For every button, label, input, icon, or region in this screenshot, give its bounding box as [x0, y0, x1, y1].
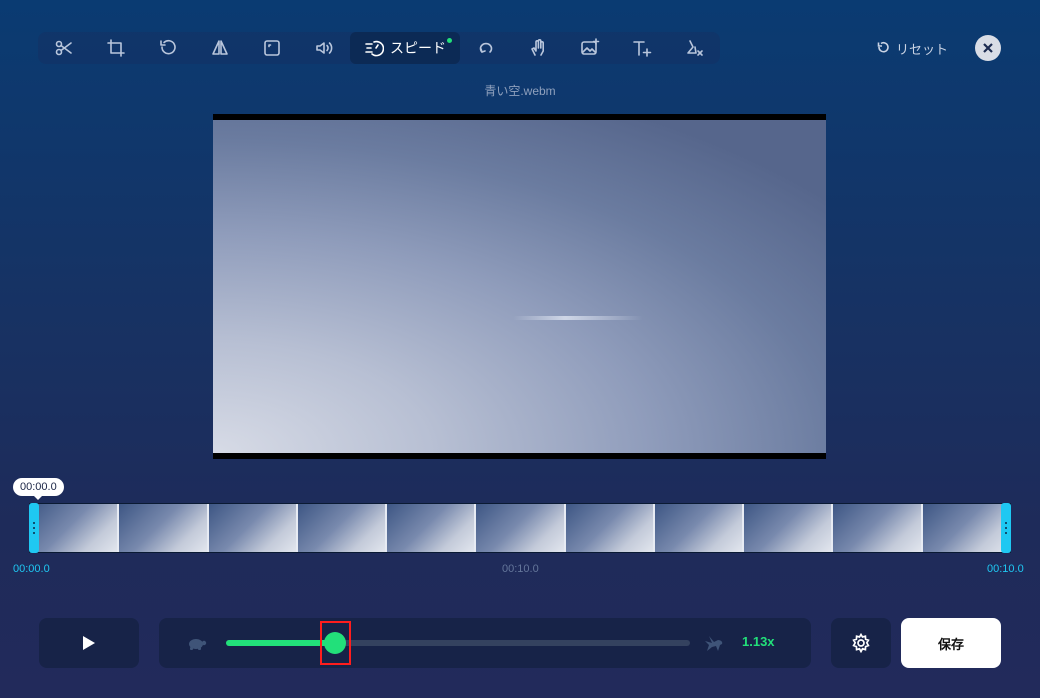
close-button[interactable]	[975, 35, 1001, 61]
speed-slider-thumb[interactable]	[324, 632, 346, 654]
volume-tool-button[interactable]	[298, 32, 350, 64]
video-preview[interactable]	[213, 114, 826, 459]
timeline-start-label: 00:00.0	[13, 563, 50, 575]
timeline-thumbnail	[833, 504, 923, 552]
active-indicator-dot	[447, 38, 452, 43]
save-button[interactable]: 保存	[901, 618, 1001, 668]
stabilize-tool-button[interactable]	[512, 32, 564, 64]
timeline-thumbnail	[654, 504, 745, 552]
speed-tool-button[interactable]: スピード	[350, 32, 460, 64]
reset-button[interactable]: リセット	[876, 36, 948, 60]
loop-tool-button[interactable]	[460, 32, 512, 64]
speed-slider-track[interactable]	[226, 621, 690, 665]
loop-icon	[479, 42, 493, 53]
timeline-mid-label: 00:10.0	[502, 563, 539, 575]
trim-start-handle[interactable]	[29, 503, 39, 553]
speed-tool-label: スピード	[390, 40, 446, 56]
speed-slider-fill	[226, 640, 335, 646]
timeline-thumbnail	[297, 504, 388, 552]
timeline-thumbnail	[30, 504, 120, 552]
speed-value: 1.13x	[742, 634, 775, 649]
turtle-icon	[185, 632, 207, 654]
editor-toolbar: スピード	[38, 32, 720, 64]
current-time-bubble: 00:00.0	[13, 478, 64, 500]
speed-icon	[365, 40, 384, 57]
add-image-tool-button[interactable]	[564, 32, 616, 64]
rabbit-icon	[703, 632, 725, 654]
resize-icon	[264, 40, 280, 56]
timeline-filmstrip[interactable]	[29, 503, 1011, 553]
crop-tool-button[interactable]	[90, 32, 142, 64]
timeline-thumbnail	[476, 504, 566, 552]
add-image-icon	[581, 38, 600, 55]
timeline-end-label: 00:10.0	[987, 563, 1024, 575]
crop-icon	[107, 39, 125, 57]
video-cloud-streak	[513, 316, 643, 320]
file-name: 青い空.webm	[484, 84, 556, 98]
stabilize-icon	[531, 39, 544, 56]
remove-watermark-tool-button[interactable]	[668, 32, 720, 64]
timeline-thumbnail	[208, 504, 298, 552]
close-icon	[983, 43, 993, 53]
volume-icon	[316, 42, 333, 54]
gear-icon	[852, 633, 870, 653]
play-button[interactable]	[39, 618, 139, 668]
scissors-icon	[55, 40, 72, 56]
speed-control-panel: 1.13x	[159, 618, 811, 668]
resize-tool-button[interactable]	[246, 32, 298, 64]
timeline-thumbnail	[744, 504, 834, 552]
timeline-thumbnail	[565, 504, 655, 552]
add-text-tool-button[interactable]	[616, 32, 668, 64]
flip-tool-button[interactable]	[194, 32, 246, 64]
video-frame	[213, 120, 826, 453]
trim-end-handle[interactable]	[1001, 503, 1011, 553]
reset-label: リセット	[896, 41, 949, 57]
cut-tool-button[interactable]	[38, 32, 90, 64]
timeline-thumbnail	[387, 504, 477, 552]
timeline-thumbnail	[922, 504, 1010, 552]
rotate-icon	[160, 39, 176, 55]
timeline-thumbnail	[119, 504, 209, 552]
flip-icon	[212, 40, 228, 55]
play-icon	[83, 636, 95, 650]
remove-watermark-icon	[687, 40, 703, 56]
rotate-tool-button[interactable]	[142, 32, 194, 64]
add-text-icon	[633, 41, 652, 57]
reset-icon	[877, 42, 889, 53]
settings-button[interactable]	[831, 618, 891, 668]
